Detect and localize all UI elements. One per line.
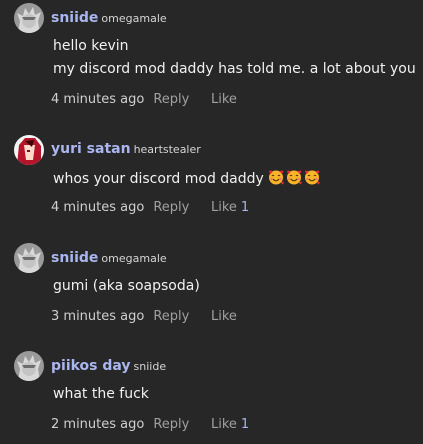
user-handle: heartstealer <box>133 143 201 156</box>
like-button[interactable]: Like 1 <box>211 200 249 215</box>
user-handle: sniide <box>133 360 167 373</box>
like-button[interactable]: Like 1 <box>211 417 249 432</box>
reply-button[interactable]: Reply <box>153 309 189 324</box>
avatar[interactable] <box>14 3 44 33</box>
smiling-face-with-hearts-icon <box>286 170 302 185</box>
comment-text-line: my discord mod daddy has told me. a lot … <box>53 61 416 77</box>
username[interactable]: sniide <box>51 10 98 26</box>
like-label: Like <box>211 200 237 215</box>
reply-button[interactable]: Reply <box>153 92 189 107</box>
comment-text: whos your discord mod daddy <box>53 171 264 187</box>
like-label: Like <box>211 92 237 107</box>
comment-text-line: gumi (aka soapsoda) <box>53 278 200 294</box>
username[interactable]: sniide <box>51 250 98 266</box>
avatar[interactable] <box>14 243 44 273</box>
user-handle: omegamale <box>101 252 167 265</box>
like-button[interactable]: Like <box>211 92 241 107</box>
comment-timestamp: 3 minutes ago <box>51 309 145 324</box>
like-label: Like <box>211 309 237 324</box>
comment-text-line: hello kevin <box>53 38 129 54</box>
like-button[interactable]: Like <box>211 309 241 324</box>
reply-button[interactable]: Reply <box>153 417 189 432</box>
comment-text-line: whos your discord mod daddy <box>53 169 320 187</box>
comment-timestamp: 2 minutes ago <box>51 417 145 432</box>
avatar[interactable] <box>14 135 44 165</box>
comment-timestamp: 4 minutes ago <box>51 200 145 215</box>
smiling-face-with-hearts-icon <box>304 170 320 185</box>
comment-timestamp: 4 minutes ago <box>51 92 145 107</box>
comment-text-line: what the fuck <box>53 386 149 402</box>
user-handle: omegamale <box>101 12 167 25</box>
like-count: 1 <box>240 417 250 432</box>
username[interactable]: piikos day <box>51 358 131 374</box>
avatar[interactable] <box>14 351 44 381</box>
username[interactable]: yuri satan <box>51 141 131 157</box>
smiling-face-with-hearts-icon <box>268 170 284 185</box>
like-count: 1 <box>240 200 250 215</box>
reply-button[interactable]: Reply <box>153 200 189 215</box>
like-label: Like <box>211 417 237 432</box>
